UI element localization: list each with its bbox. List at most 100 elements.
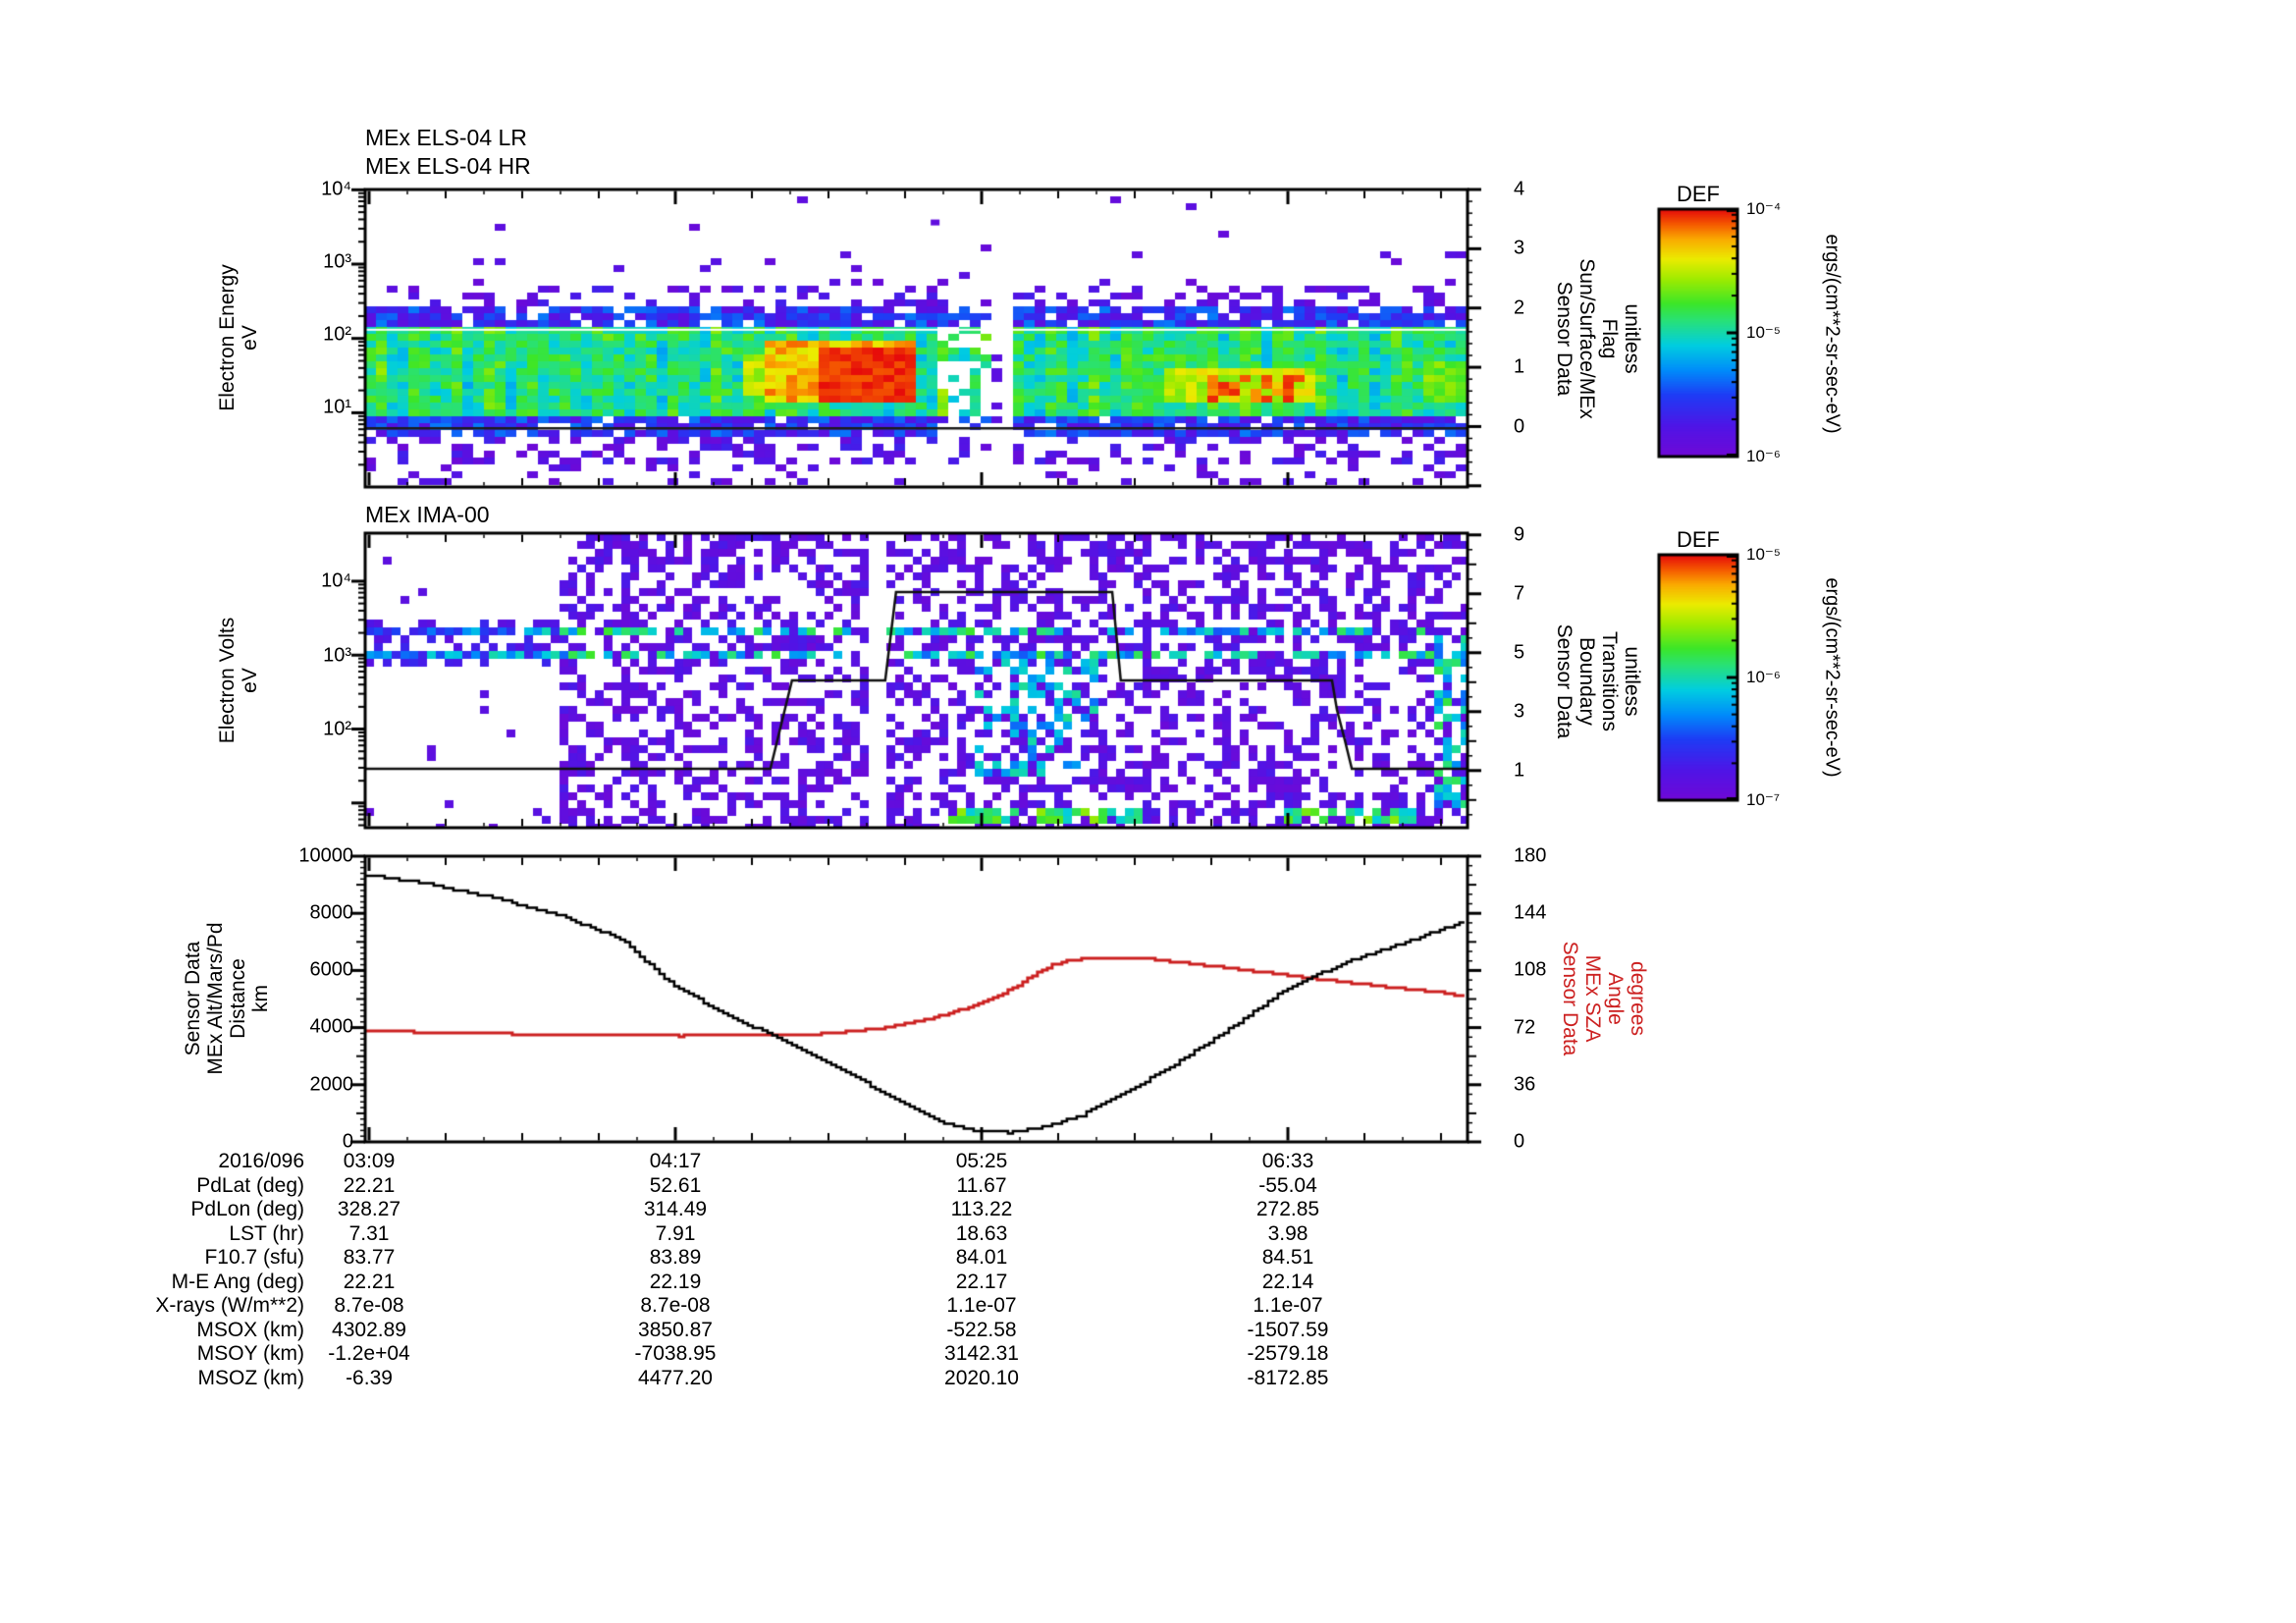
ts-rtick-label: 144 [1514, 901, 1547, 924]
table-cell: 52.61 [649, 1173, 702, 1197]
table-cell: 03:09 [343, 1150, 396, 1172]
els-ytick-label: 10³ [323, 250, 351, 273]
ima-y-axis-label: Electron Volts eV [216, 618, 261, 743]
table-cell: 3.98 [1267, 1221, 1308, 1245]
axis-label-line: eV [239, 325, 261, 351]
axis-label-line: MEx Alt/Mars/Pd [204, 922, 227, 1075]
table-cell: 328.27 [337, 1198, 401, 1220]
ts-rtick-label: 72 [1514, 1016, 1536, 1039]
axis-label-line: degrees [1627, 961, 1649, 1036]
table-row-label: X-rays (W/m**2) [155, 1294, 304, 1317]
table-cell: 22.19 [649, 1270, 702, 1293]
ima-rtick-label: 7 [1514, 582, 1525, 605]
ts-ytick-label: 8000 [309, 901, 354, 924]
timeseries-canvas [365, 856, 1468, 1142]
ts-ytick-label: 4000 [309, 1015, 354, 1038]
ima-title: MEx IMA-00 [365, 502, 490, 527]
colorbar-tick-label: 10⁻⁶ [1746, 447, 1781, 465]
colorbar-title-1: DEF [1677, 182, 1720, 206]
table-cell: 2020.10 [944, 1366, 1019, 1389]
table-cell: 22.21 [343, 1173, 396, 1197]
colorbar-def-1 [1659, 209, 1737, 457]
table-cell: 05:25 [955, 1150, 1008, 1172]
table-cell: 06:33 [1261, 1150, 1314, 1172]
table-cell: 272.85 [1255, 1198, 1320, 1220]
axis-label-line: MEx SZA [1581, 954, 1604, 1043]
ts-ytick-label: 2000 [309, 1073, 354, 1096]
els-rtick-label: 2 [1514, 297, 1525, 319]
colorbar-tick-label: 10⁻⁴ [1746, 199, 1782, 218]
els-title-hr: MEx ELS-04 HR [365, 153, 531, 179]
ima-rtick-label: 5 [1514, 641, 1525, 664]
table-cell: -522.58 [946, 1318, 1017, 1341]
els-ytick-label: 10² [323, 323, 351, 346]
axis-label-line: Electron Energy [216, 264, 239, 411]
colorbar-def-2 [1659, 555, 1737, 800]
table-row-label: F10.7 (sfu) [204, 1246, 304, 1269]
table-cell: 84.01 [955, 1246, 1008, 1269]
table-cell: 04:17 [649, 1150, 702, 1172]
axis-label-line: Electron Volts [216, 617, 239, 744]
axis-label-line: unitless [1621, 646, 1643, 717]
colorbar-tick-label: 10⁻⁵ [1746, 545, 1781, 564]
ts-rtick-label: 0 [1514, 1130, 1525, 1153]
axis-label-line: unitless [1621, 303, 1643, 374]
table-cell: 18.63 [955, 1221, 1008, 1245]
table-cell: -6.39 [346, 1366, 393, 1389]
ts-ytick-label: 6000 [309, 958, 354, 981]
ts-ytick-label: 10000 [298, 844, 353, 867]
ts-rtick-label: 108 [1514, 958, 1547, 981]
colorbar-tick-label: 10⁻⁷ [1746, 790, 1781, 809]
axis-label-line: km [249, 985, 272, 1013]
els-right-axis-label: Sensor Data Sun/Surface/MEx Flag unitles… [1553, 258, 1643, 418]
colorbar-tick-label: 10⁻⁶ [1746, 668, 1781, 686]
ima-rtick-label: 3 [1514, 700, 1525, 723]
table-cell: 113.22 [950, 1198, 1013, 1220]
table-cell: 83.77 [343, 1246, 396, 1269]
table-cell: 8.7e-08 [640, 1294, 711, 1317]
colorbar-unit-1: ergs/(cm**2-sr-sec-eV) [1821, 234, 1843, 434]
table-cell: -7038.95 [634, 1342, 717, 1365]
table-cell: -55.04 [1258, 1173, 1317, 1197]
ts-rtick-label: 180 [1514, 844, 1547, 867]
els-rtick-label: 0 [1514, 415, 1525, 438]
axis-label-line: Flag [1598, 318, 1621, 359]
table-cell: 314.49 [643, 1198, 708, 1220]
els-spectrogram-canvas [365, 189, 1468, 487]
table-cell: -2579.18 [1247, 1342, 1329, 1365]
els-rtick-label: 3 [1514, 237, 1525, 259]
table-cell: 1.1e-07 [946, 1294, 1017, 1317]
table-row-label: MSOX (km) [196, 1318, 304, 1341]
colorbar-tick-label: 10⁻⁵ [1746, 323, 1781, 342]
axis-label-line: eV [239, 668, 261, 693]
axis-label-line: Transitions [1598, 631, 1621, 731]
table-row-label: PdLat (deg) [196, 1173, 304, 1197]
table-cell: 22.17 [955, 1270, 1008, 1293]
els-rtick-label: 1 [1514, 355, 1525, 378]
els-y-axis-label: Electron Energy eV [216, 264, 261, 410]
colorbar-title-2: DEF [1677, 527, 1720, 552]
els-rtick-label: 4 [1514, 178, 1525, 200]
table-cell: 3142.31 [944, 1342, 1019, 1365]
table-cell: 7.31 [348, 1221, 390, 1245]
colorbar-unit-2: ergs/(cm**2-sr-sec-eV) [1821, 577, 1843, 778]
ima-ytick-label: 10² [323, 718, 351, 740]
table-cell: 8.7e-08 [334, 1294, 404, 1317]
table-row-label: PdLon (deg) [190, 1198, 304, 1220]
table-cell: -8172.85 [1247, 1366, 1329, 1389]
table-cell: 22.21 [343, 1270, 396, 1293]
table-cell: 4477.20 [638, 1366, 713, 1389]
table-row-label: MSOZ (km) [197, 1366, 304, 1389]
els-title-lr: MEx ELS-04 LR [365, 125, 527, 150]
table-row-label: 2016/096 [218, 1150, 304, 1172]
ima-rtick-label: 1 [1514, 759, 1525, 782]
axis-label-line: Angle [1604, 972, 1627, 1025]
els-ytick-label: 10⁴ [321, 178, 351, 200]
table-cell: 11.67 [956, 1173, 1007, 1197]
axis-label-line: Sun/Surface/MEx [1575, 258, 1598, 419]
table-cell: 3850.87 [638, 1318, 713, 1341]
ima-ytick-label: 10³ [323, 644, 351, 667]
ima-spectrogram-canvas [365, 533, 1468, 828]
ima-ytick-label: 10⁴ [321, 569, 351, 592]
table-cell: 1.1e-07 [1253, 1294, 1323, 1317]
